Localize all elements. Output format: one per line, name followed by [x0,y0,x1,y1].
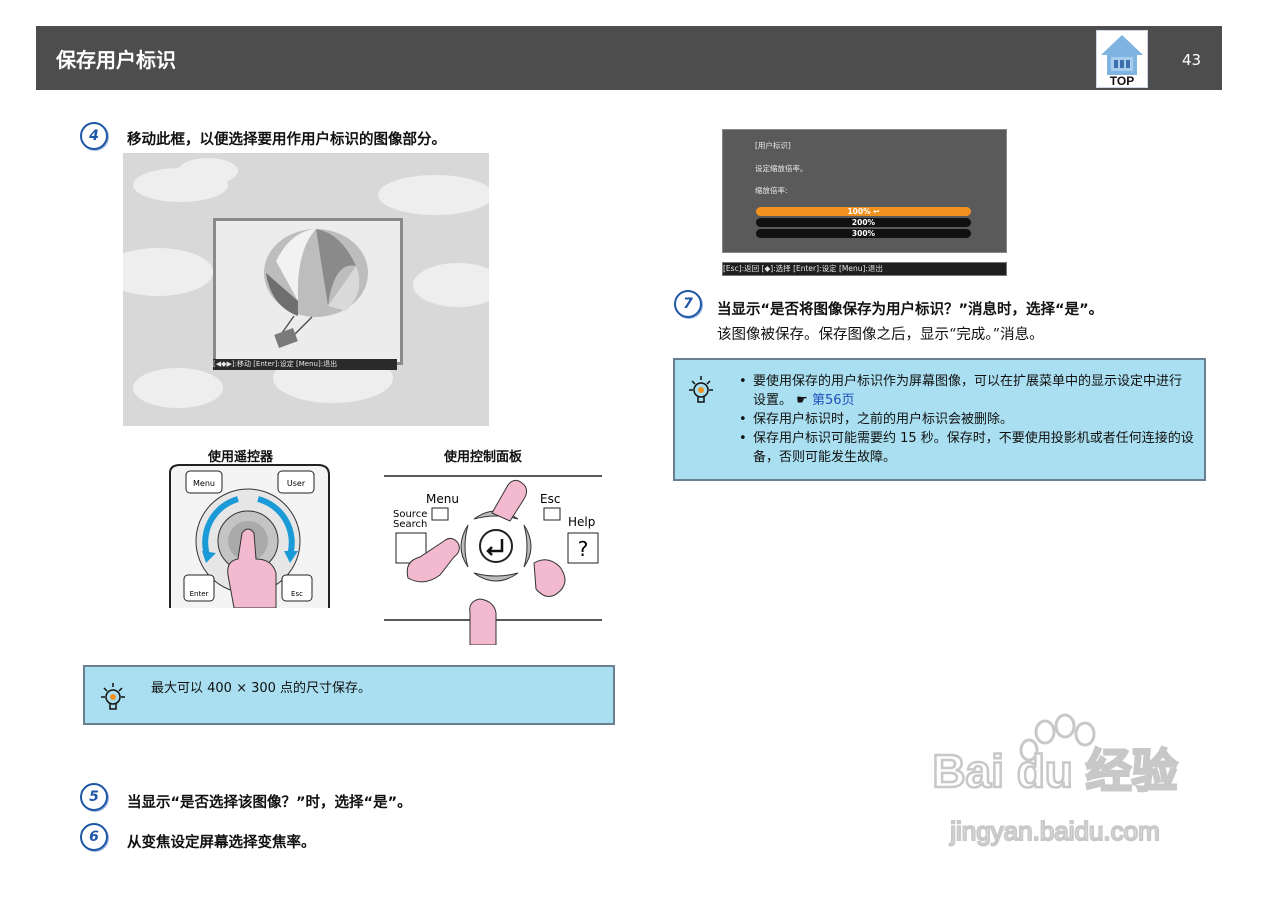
tip-1-page-link[interactable]: 第56页 [812,393,855,408]
note-box-size: 最大可以 400 × 300 点的尺寸保存。 [83,665,615,725]
zoom-setting-screen: [用户标识] 设定缩放倍率。 缩放倍率: 100% ↩ 200% 300% [722,129,1007,253]
tip-lightbulb-icon [95,679,131,715]
remote-illustration: Menu User Enter Esc [168,463,331,609]
control-panel-illustration: Menu Source Search Esc Help ? [384,463,602,646]
remote-esc-label: Esc [291,590,303,598]
panel-help-button-label: ? [578,537,589,561]
baidu-watermark: Bai du 经验 jingyan.baidu.com [905,712,1205,862]
selection-help-bar: [◀◆▶]:移动 [Enter]:设定 [Menu]:退出 [213,359,397,370]
screen-line1: 设定缩放倍率。 [755,164,808,173]
zoom-option-100[interactable]: 100% ↩ [756,207,971,216]
step-6-text: 从变焦设定屏幕选择变焦率。 [127,835,316,851]
step-5-text: 当显示“是否选择该图像？”时，选择“是”。 [127,795,412,811]
note-size-text: 最大可以 400 × 300 点的尺寸保存。 [151,681,372,696]
step-number-6: 6 [80,823,108,851]
screen-line2: 缩放倍率: [755,186,788,195]
screen-title: [用户标识] [755,141,791,150]
panel-esc-label: Esc [540,492,560,506]
selection-frame[interactable] [213,218,403,365]
tips-list: 要使用保存的用户标识作为屏幕图像，可以在扩展菜单中的显示设定中进行设置。 ☛ 第… [739,372,1194,467]
tip-item-1: 要使用保存的用户标识作为屏幕图像，可以在扩展菜单中的显示设定中进行设置。 ☛ 第… [739,372,1194,410]
watermark-url: jingyan.baidu.com [949,816,1160,846]
panel-menu-label: Menu [426,492,459,506]
note-box-tips: 要使用保存的用户标识作为屏幕图像，可以在扩展菜单中的显示设定中进行设置。 ☛ 第… [673,358,1206,481]
step-number-5: 5 [80,783,108,811]
watermark-brand: Bai du 经验 [932,745,1177,797]
step-7-subtext: 该图像被保存。保存图像之后，显示“完成。”消息。 [717,327,1044,343]
remote-enter-label: Enter [190,590,209,598]
panel-help-label: Help [568,515,595,529]
tip-lightbulb-icon [683,372,719,408]
remote-user-label: User [287,479,306,488]
step-number-7: 7 [674,290,702,318]
tip-item-3: 保存用户标识可能需要约 15 秒。保存时，不要使用投影机或者任何连接的设备，否则… [739,429,1194,467]
step-number-4: 4 [80,122,108,150]
top-label: TOP [1110,74,1134,87]
zoom-option-200[interactable]: 200% [756,218,971,227]
page-title: 保存用户标识 [56,48,176,72]
step-4-text: 移动此框，以便选择要用作用户标识的图像部分。 [127,132,446,148]
remote-menu-label: Menu [193,479,215,488]
zoom-option-300[interactable]: 300% [756,229,971,238]
page-number: 43 [1182,51,1202,69]
panel-search-label: Search [393,519,427,530]
pointing-hand-icon: ☛ [796,393,808,408]
balloon-image: [◀◆▶]:移动 [Enter]:设定 [Menu]:退出 [123,153,489,426]
screen-help-bar: [Esc]:返回 [◆]:选择 [Enter]:设定 [Menu]:退出 [722,262,1007,276]
tip-item-2: 保存用户标识时，之前的用户标识会被删除。 [739,410,1194,429]
step-7-text: 当显示“是否将图像保存为用户标识？”消息时，选择“是”。 [717,302,1104,318]
top-link-icon[interactable]: TOP [1096,30,1148,88]
page-header: 保存用户标识 TOP 43 [36,26,1222,90]
